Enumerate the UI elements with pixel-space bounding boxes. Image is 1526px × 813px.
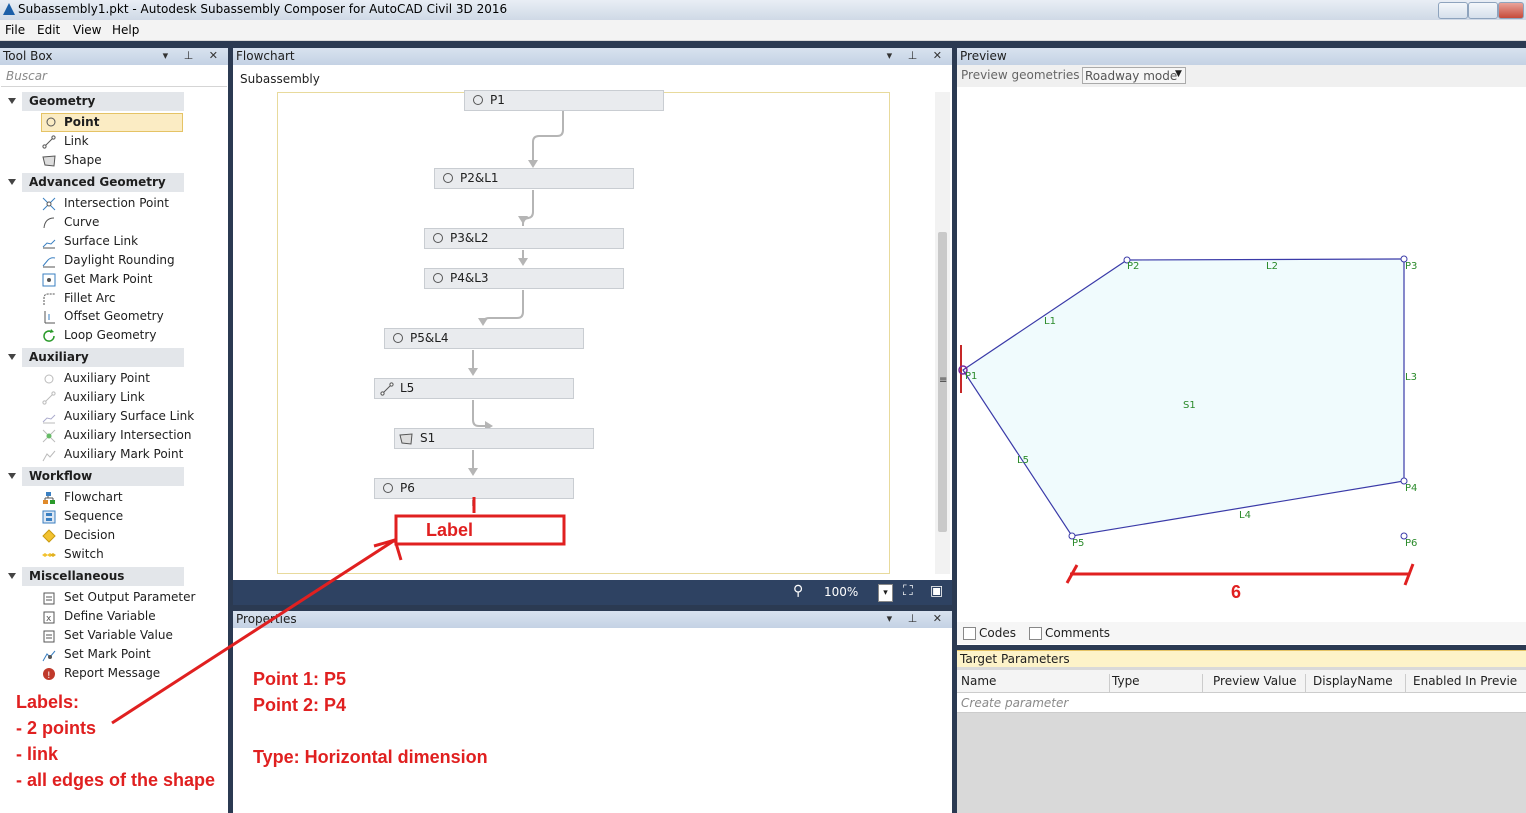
annotation-arrow xyxy=(111,538,396,725)
label-annotation-text: Label xyxy=(426,520,474,540)
label-annotation-box xyxy=(394,514,566,546)
annotation-overlay xyxy=(111,497,566,725)
